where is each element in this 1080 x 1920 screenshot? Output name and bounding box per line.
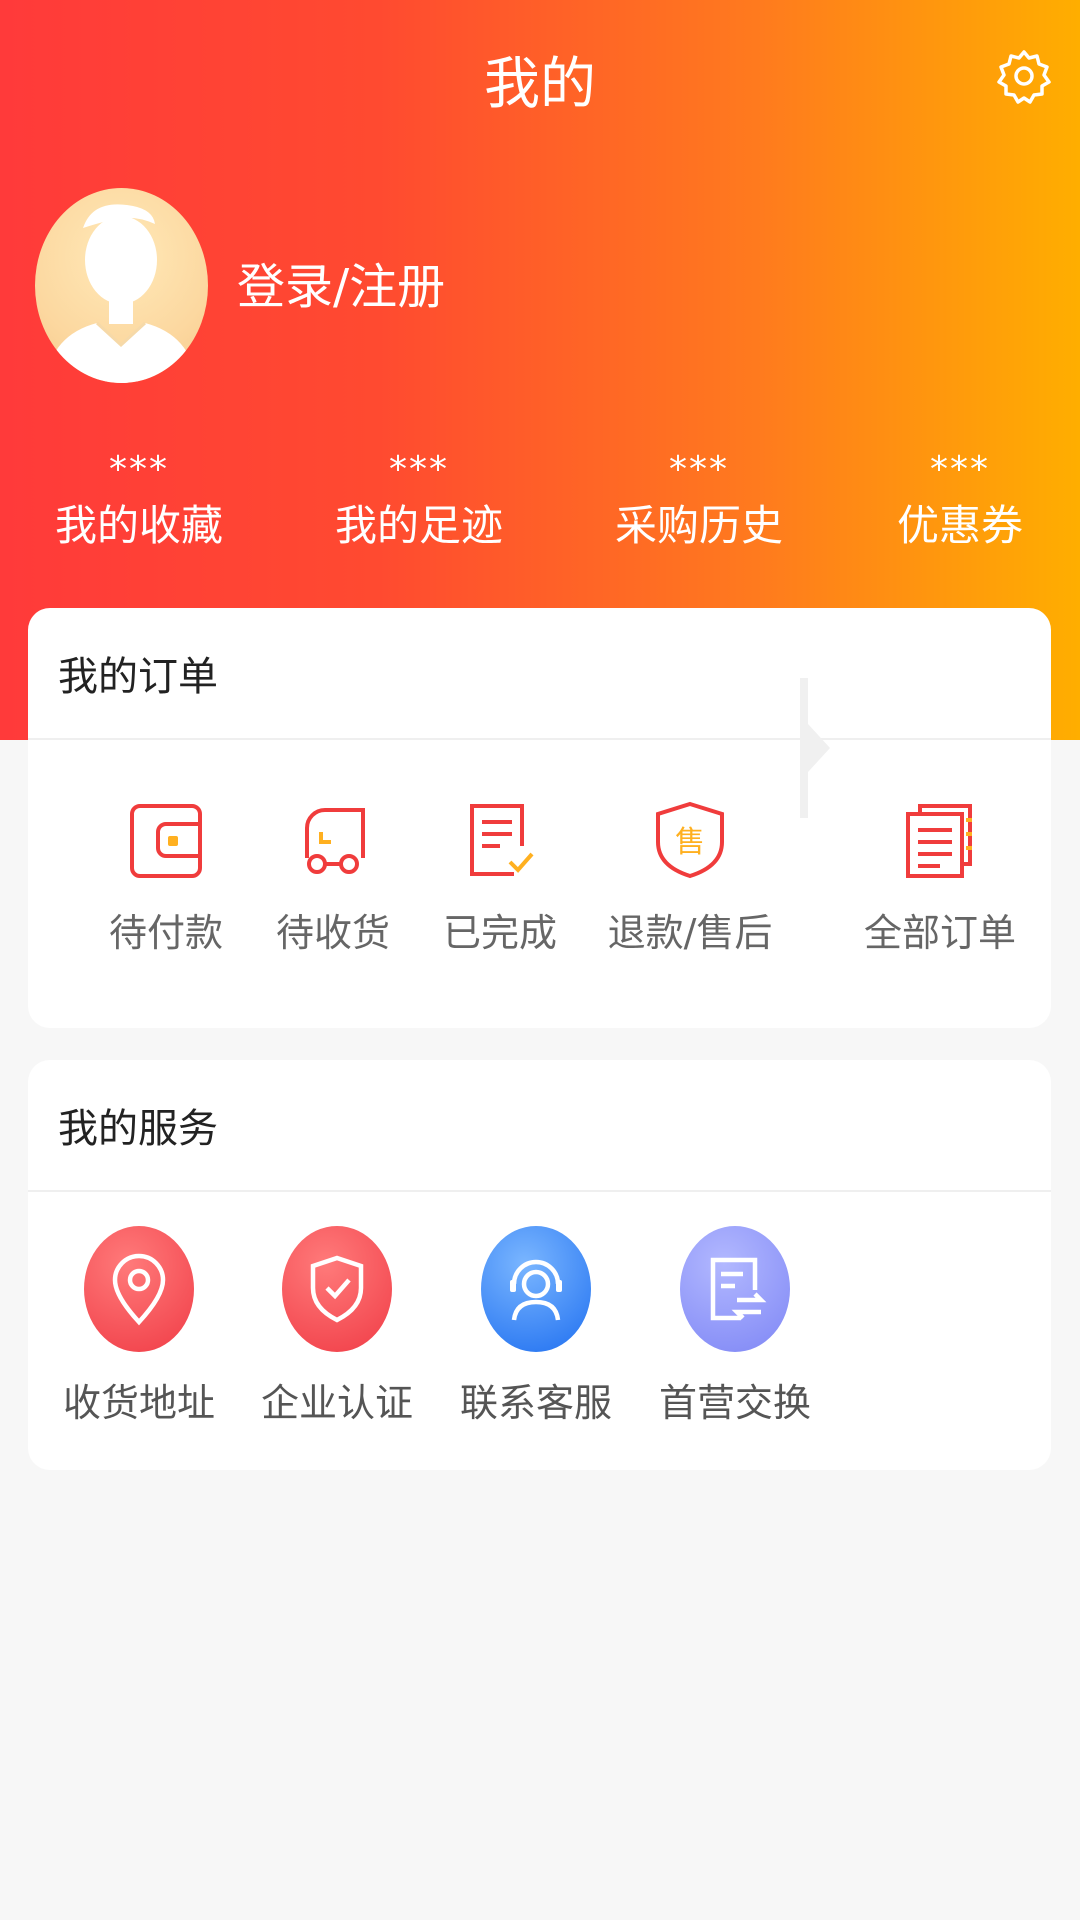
order-refund-after-sale[interactable]: 售 退款/售后 [590, 800, 790, 957]
service-label: 首营交换 [658, 1381, 811, 1425]
login-register-link[interactable]: 登录/注册 [237, 255, 445, 319]
order-pending-receipt[interactable]: 待收货 [243, 800, 423, 957]
service-shipping-address[interactable]: 收货地址 [54, 1226, 224, 1427]
document-exchange-icon [680, 1226, 790, 1352]
orders-card: 我的订单 待付款 待收货 已完成 售 退款/售后 全部订单 [28, 608, 1051, 1028]
order-item-label: 全部订单 [863, 911, 1016, 955]
truck-icon [293, 800, 373, 880]
after-sale-shield-icon: 售 [650, 800, 730, 880]
stat-value: *** [930, 449, 990, 490]
divider-chevron-icon [800, 678, 840, 818]
service-label: 企业认证 [260, 1381, 413, 1425]
service-contact-support[interactable]: 联系客服 [451, 1226, 621, 1427]
stat-footprints[interactable]: *** 我的足迹 [309, 448, 529, 556]
all-orders-icon [900, 800, 980, 880]
avatar[interactable] [35, 188, 208, 383]
page-title: 我的 [484, 52, 596, 117]
order-all[interactable]: 全部订单 [850, 800, 1030, 957]
order-item-label: 退款/售后 [607, 911, 773, 955]
order-pending-payment[interactable]: 待付款 [76, 800, 256, 957]
stat-value: *** [109, 449, 169, 490]
stat-value: *** [669, 449, 729, 490]
stat-value: *** [389, 449, 449, 490]
stats-row: *** 我的收藏 *** 我的足迹 *** 采购历史 *** 优惠券 [0, 448, 1080, 568]
customer-service-icon [481, 1226, 591, 1352]
stat-label: 优惠券 [896, 501, 1023, 550]
services-card: 我的服务 收货地址 企业认证 联系客服 首营交换 [28, 1060, 1051, 1470]
shield-check-icon [282, 1226, 392, 1352]
wallet-icon [126, 800, 206, 880]
service-enterprise-certification[interactable]: 企业认证 [252, 1226, 422, 1427]
stat-label: 我的足迹 [334, 501, 503, 550]
stat-favorites[interactable]: *** 我的收藏 [29, 448, 249, 556]
services-card-title: 我的服务 [28, 1060, 1051, 1192]
location-pin-icon [84, 1226, 194, 1352]
service-label: 联系客服 [459, 1381, 612, 1425]
orders-card-title: 我的订单 [28, 608, 1051, 740]
stat-purchase-history[interactable]: *** 采购历史 [589, 448, 809, 556]
settings-gear-icon[interactable] [996, 48, 1052, 104]
svg-text:售: 售 [675, 825, 705, 860]
document-check-icon [460, 800, 540, 880]
order-item-label: 已完成 [442, 911, 557, 955]
stat-label: 采购历史 [614, 501, 783, 550]
service-first-business-exchange[interactable]: 首营交换 [650, 1226, 820, 1427]
order-completed[interactable]: 已完成 [410, 800, 590, 957]
order-item-label: 待收货 [275, 911, 390, 955]
stat-coupons[interactable]: *** 优惠券 [850, 448, 1070, 556]
stat-label: 我的收藏 [54, 501, 223, 550]
service-label: 收货地址 [62, 1381, 215, 1425]
order-item-label: 待付款 [108, 911, 223, 955]
